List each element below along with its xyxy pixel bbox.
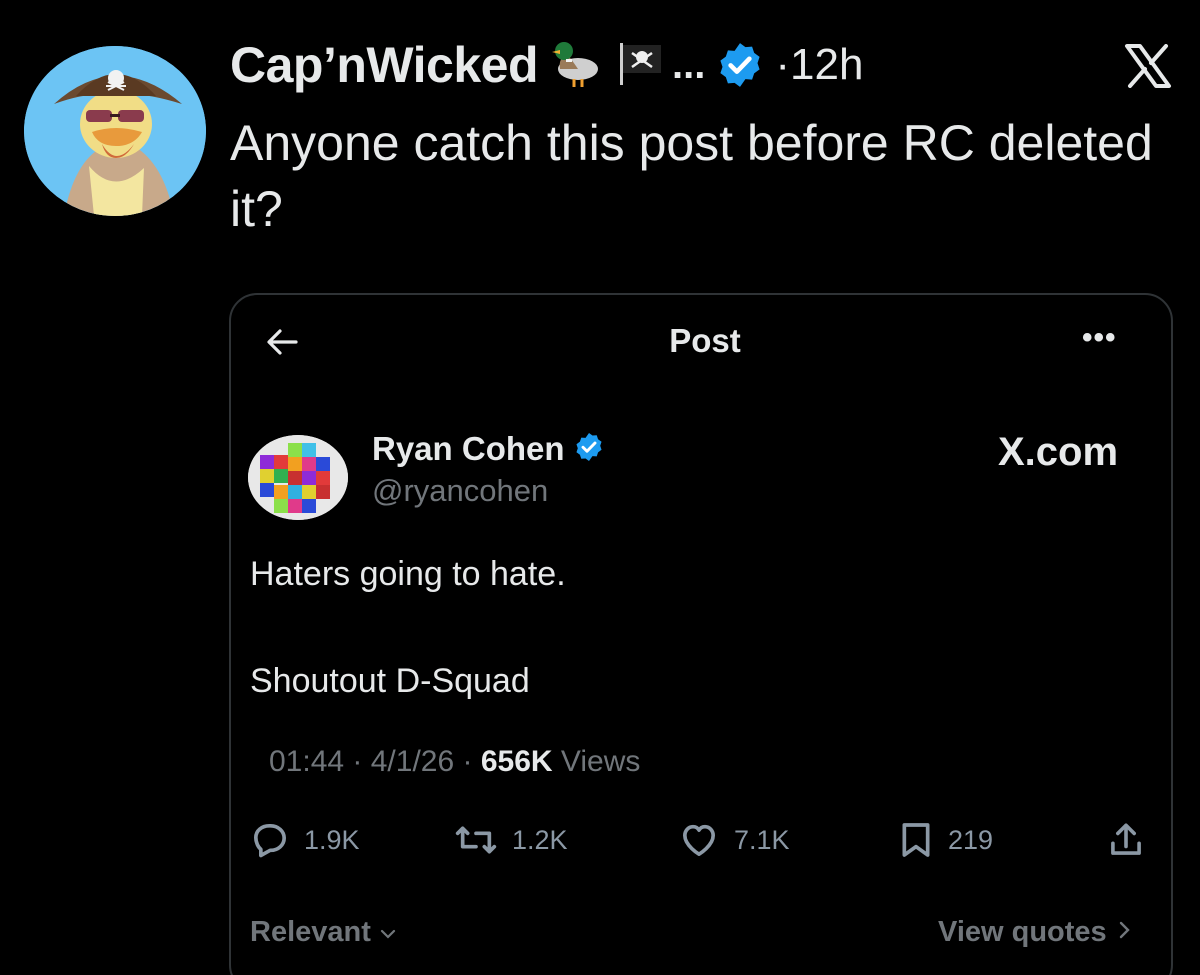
like-button[interactable]: 7.1K: [678, 818, 790, 862]
share-icon: [1108, 820, 1144, 860]
chevron-right-icon: [1117, 916, 1131, 949]
outer-post-text: Anyone catch this post before RC deleted…: [230, 115, 1153, 237]
view-quotes-link[interactable]: View quotes: [938, 916, 1131, 949]
sort-relevant-dropdown[interactable]: Relevant: [250, 916, 397, 949]
bookmark-icon: [898, 820, 934, 860]
embedded-author-name[interactable]: Ryan Cohen: [372, 430, 565, 468]
share-button[interactable]: [1108, 818, 1144, 862]
views-label: Views: [560, 745, 641, 778]
embedded-author-row: Ryan Cohen: [372, 430, 605, 468]
verified-badge-icon: [715, 40, 765, 90]
reply-icon: [250, 820, 290, 860]
post-date[interactable]: 4/1/26: [371, 745, 454, 778]
embedded-verified-badge-icon: [573, 431, 605, 468]
meta-separator: ·: [352, 745, 371, 778]
repost-count: 1.2K: [512, 824, 568, 855]
post-timestamp[interactable]: 01:44: [269, 745, 344, 778]
duck-emoji-icon: [548, 35, 604, 96]
repost-button[interactable]: 1.2K: [454, 818, 568, 862]
embedded-author-handle[interactable]: @ryancohen: [372, 473, 548, 509]
repost-icon: [454, 820, 498, 860]
reply-count: 1.9K: [304, 824, 360, 855]
more-options-icon[interactable]: •••: [1082, 321, 1117, 355]
tweet-screenshot: Cap’nWicked ... ·12h Anyone catch this p…: [0, 0, 1200, 975]
embedded-post-meta: 01:44 · 4/1/26 · 656K Views: [269, 745, 640, 779]
name-truncation: ...: [672, 42, 706, 87]
meta-separator: ·: [462, 745, 481, 778]
pirate-duck-avatar-image: [24, 46, 206, 216]
embedded-post-text-line-2: Shoutout D-Squad: [250, 662, 530, 700]
embedded-post-text-line-1: Haters going to hate.: [250, 555, 566, 593]
xcom-brand-label: X.com: [998, 430, 1119, 474]
views-count: 656K: [480, 745, 553, 778]
tetris-avatar-image: [248, 435, 348, 520]
x-logo-icon: [1124, 44, 1172, 93]
sort-label: Relevant: [250, 916, 371, 948]
embedded-post-card[interactable]: [229, 293, 1173, 975]
author-avatar[interactable]: [24, 46, 206, 216]
bookmark-count: 219: [948, 824, 994, 855]
like-count: 7.1K: [734, 824, 790, 855]
post-time[interactable]: ·12h: [775, 40, 863, 90]
pirate-flag-icon: [614, 37, 666, 94]
outer-post-header: Cap’nWicked ... ·12h: [230, 30, 863, 100]
time-value: 12h: [790, 40, 864, 89]
time-separator: ·: [775, 40, 791, 89]
reply-button[interactable]: 1.9K: [250, 818, 360, 862]
embedded-header-title: Post: [669, 322, 741, 359]
bookmark-button[interactable]: 219: [898, 818, 993, 862]
heart-icon: [678, 820, 720, 860]
view-quotes-label: View quotes: [938, 916, 1107, 948]
ryan-cohen-avatar[interactable]: [248, 435, 348, 520]
author-display-name[interactable]: Cap’nWicked: [230, 36, 539, 94]
chevron-down-icon: [379, 916, 397, 949]
